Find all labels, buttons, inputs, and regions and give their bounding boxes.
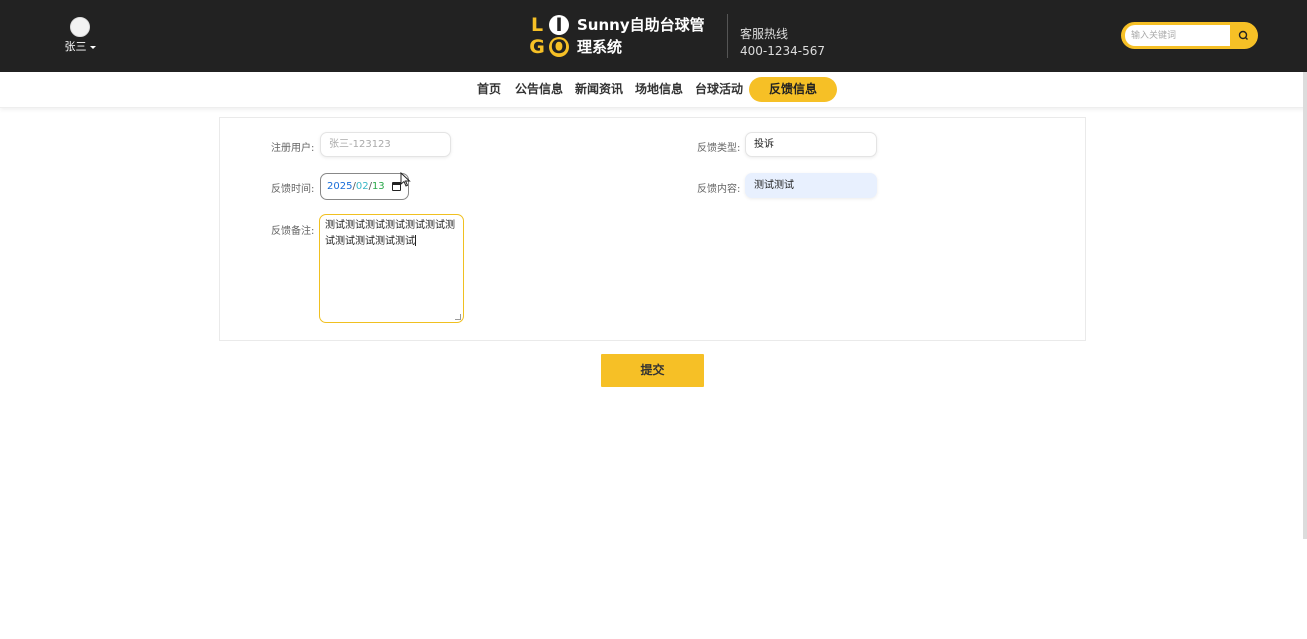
top-header: 张三 L I G O Sunny自助台球管理系统 客服热线 400-1234-5…	[0, 0, 1307, 72]
logo-letter-i: I	[549, 15, 569, 35]
date-month: 02	[355, 181, 369, 192]
text-caret	[415, 235, 416, 246]
main-nav: 首页 公告信息 新闻资讯 场地信息 台球活动 反馈信息	[0, 72, 1307, 108]
date-year: 2025	[327, 181, 353, 192]
feedback-content-label: 反馈内容:	[697, 184, 741, 195]
logo-letter-l: L	[530, 14, 544, 36]
site-logo[interactable]: L I G O	[527, 15, 571, 57]
nav-item-announcements[interactable]: 公告信息	[515, 77, 563, 102]
user-avatar[interactable]	[70, 17, 90, 37]
submit-button[interactable]: 提交	[601, 354, 704, 387]
nav-item-home[interactable]: 首页	[477, 77, 501, 102]
nav-item-activities[interactable]: 台球活动	[695, 77, 743, 102]
user-name[interactable]: 张三	[62, 38, 98, 54]
nav-item-feedback[interactable]: 反馈信息	[749, 77, 838, 102]
date-day: 13	[371, 181, 385, 192]
feedback-note-label: 反馈备注:	[271, 226, 315, 237]
feedback-content-field[interactable]: 测试测试	[745, 173, 877, 198]
registered-user-field[interactable]: 张三-123123	[320, 132, 451, 157]
hotline-label: 客服热线	[740, 27, 789, 41]
resize-handle-icon[interactable]	[455, 314, 461, 320]
hotline-number: 400-1234-567	[740, 44, 826, 58]
registered-user-label: 注册用户:	[271, 143, 315, 154]
logo-letter-o: O	[549, 36, 569, 58]
logo-letter-g: G	[529, 36, 545, 58]
feedback-type-label: 反馈类型:	[697, 143, 741, 154]
feedback-form: 注册用户: 张三-123123 反馈类型: 投诉 反馈时间: 2025/02/1…	[219, 117, 1086, 341]
site-title: Sunny自助台球管理系统	[577, 16, 705, 56]
user-menu[interactable]: 张三	[62, 17, 98, 54]
header-divider	[727, 14, 728, 58]
hotline: 客服热线 400-1234-567	[740, 26, 825, 60]
feedback-note-textarea[interactable]: 测试测试测试测试测试测试测试测试测试测试测试	[319, 214, 464, 323]
page-scrollbar[interactable]	[1303, 72, 1307, 539]
mouse-cursor-icon	[400, 172, 411, 187]
search-icon	[1238, 30, 1248, 40]
feedback-time-label: 反馈时间:	[271, 184, 315, 195]
search-button[interactable]	[1233, 25, 1255, 46]
feedback-time-field[interactable]: 2025/02/13	[320, 173, 409, 200]
caret-down-icon	[89, 45, 96, 49]
search-box	[1121, 22, 1258, 49]
feedback-type-field[interactable]: 投诉	[745, 132, 877, 157]
feedback-note-text: 测试测试测试测试测试测试测试测试测试测试测试	[325, 220, 455, 247]
nav-item-venues[interactable]: 场地信息	[635, 77, 683, 102]
nav-item-news[interactable]: 新闻资讯	[575, 77, 623, 102]
user-name-text: 张三	[64, 40, 87, 53]
search-input[interactable]	[1125, 25, 1230, 46]
